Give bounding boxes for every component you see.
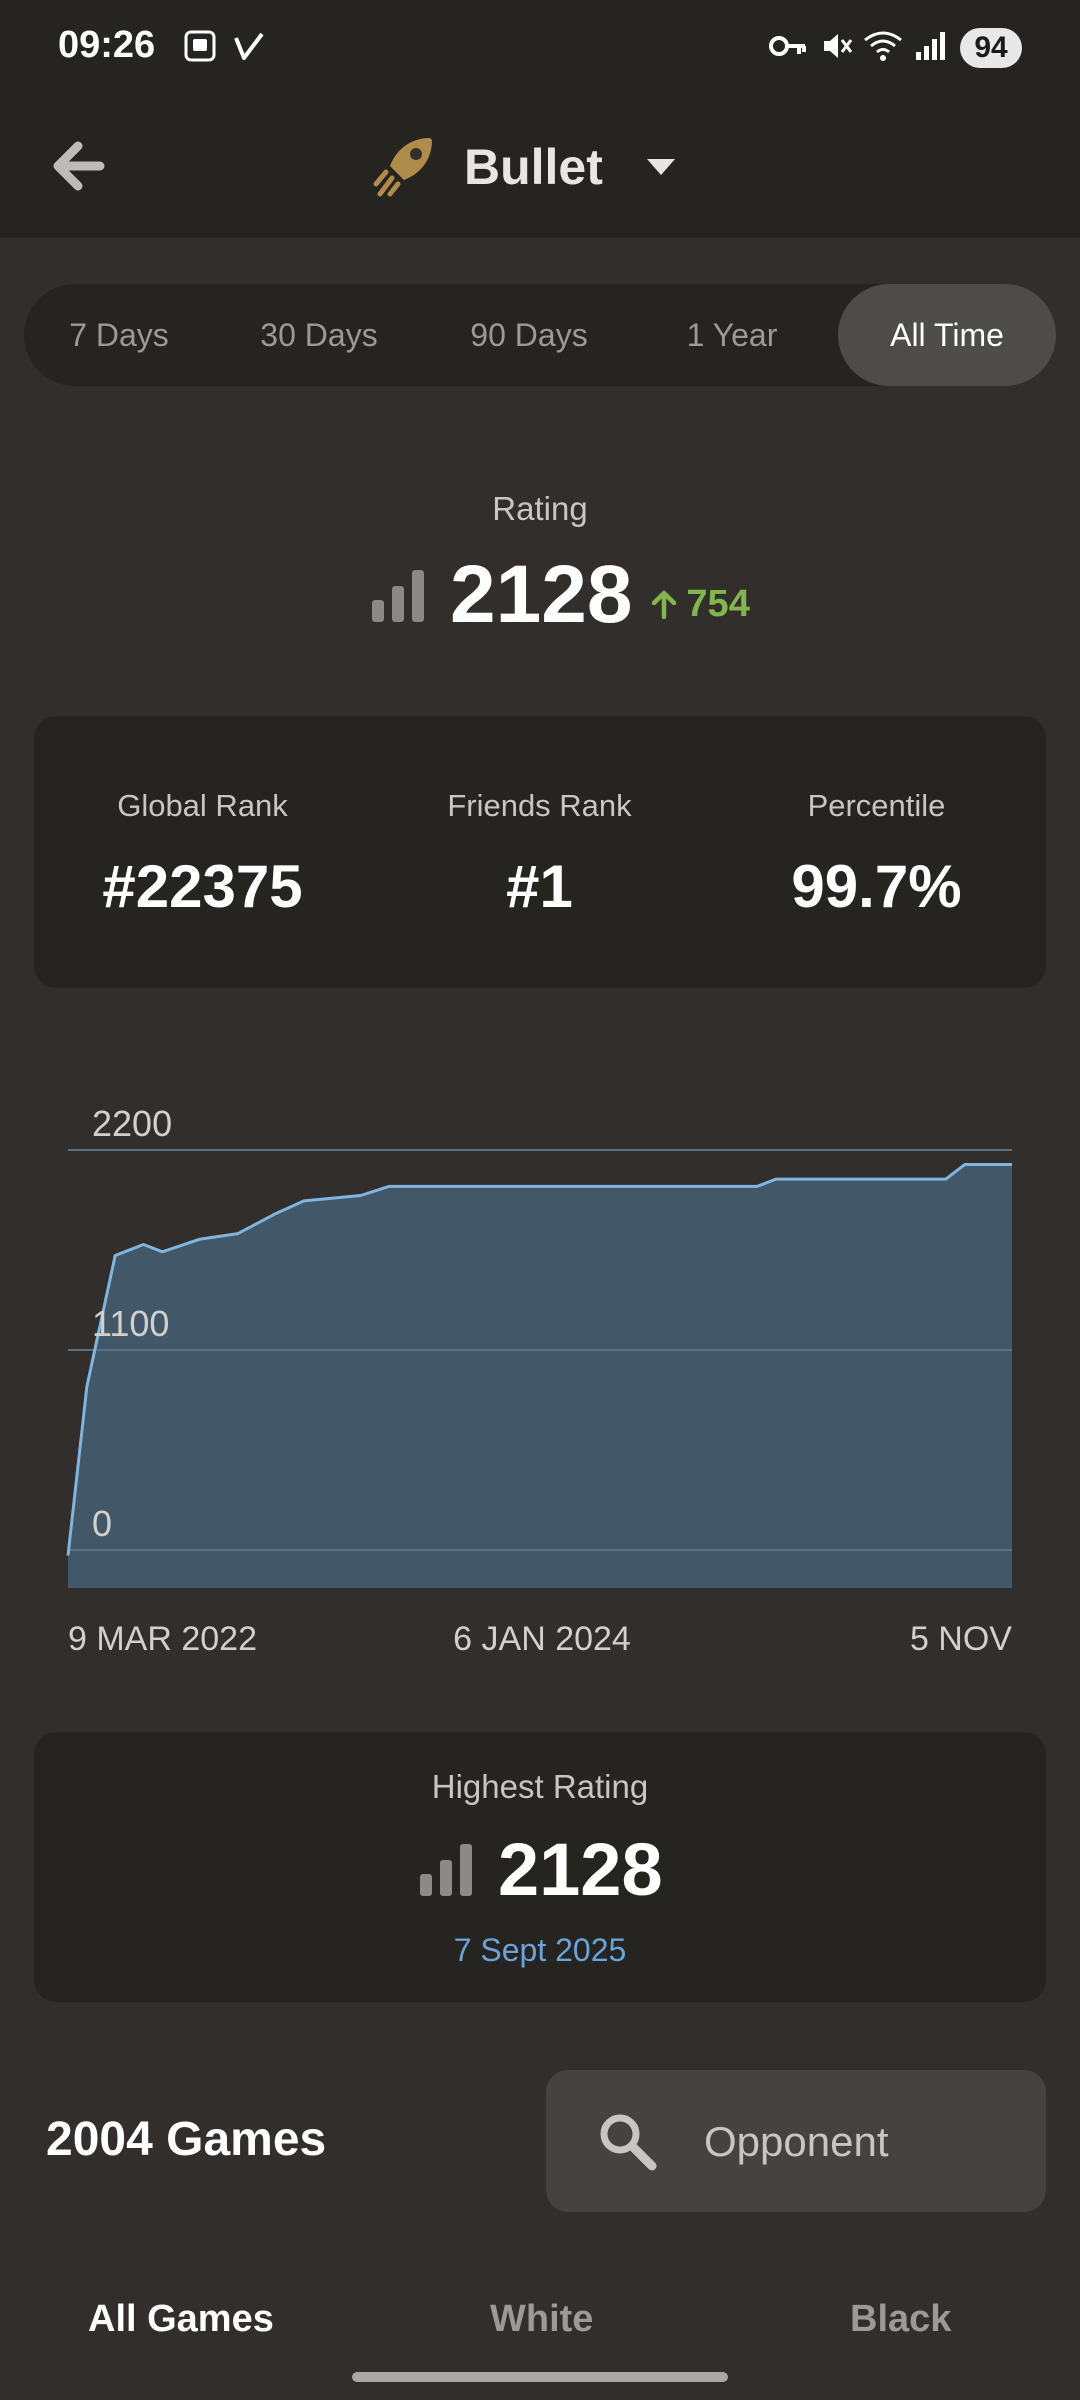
stat-label: Percentile — [807, 788, 946, 823]
rating-delta-value: 754 — [686, 582, 750, 625]
signal-icon — [916, 32, 945, 60]
wifi-icon — [864, 31, 902, 61]
stat-value: #22375 — [102, 853, 303, 920]
stat-value: 99.7% — [791, 853, 962, 920]
rank-stats-card: Global Rank #22375 Friends Rank #1 Perce… — [34, 716, 1046, 988]
home-indicator[interactable] — [352, 2372, 728, 2382]
tab-all-time[interactable]: All Time — [838, 284, 1056, 386]
highest-rating-date[interactable]: 7 Sept 2025 — [34, 1932, 1046, 1969]
x-tick-label: 5 NOV — [910, 1620, 1012, 1658]
rating-bars-icon — [420, 1844, 472, 1896]
bullet-icon — [373, 138, 432, 197]
rating-summary: 2128 754 — [370, 549, 750, 640]
app-header: Bullet — [0, 96, 1080, 238]
screen: 09:26 94 Bullet 7 Days 30 Days 90 Days 1… — [0, 0, 1080, 2400]
opponent-search-label: Opponent — [704, 2118, 889, 2165]
rating-history-chart[interactable]: 0 1100 2200 9 MAR 2022 6 JAN 2024 5 NOV — [0, 1080, 1080, 1680]
stat-label: Friends Rank — [447, 788, 632, 823]
mute-icon — [824, 34, 853, 58]
search-icon — [600, 2114, 657, 2171]
tab-black[interactable]: Black — [850, 2298, 951, 2341]
rating-bars-icon — [372, 570, 424, 622]
battery-indicator: 94 — [960, 28, 1022, 68]
tab-90-days[interactable]: 90 Days — [424, 284, 634, 386]
arrow-up-icon — [652, 590, 677, 619]
period-tabs: 7 Days 30 Days 90 Days 1 Year All Time — [24, 284, 1056, 386]
y-tick-label: 1100 — [92, 1303, 169, 1344]
y-tick-label: 2200 — [92, 1103, 172, 1144]
games-count: 2004 Games — [46, 2113, 327, 2166]
y-tick-label: 0 — [92, 1503, 112, 1544]
tab-1-year[interactable]: 1 Year — [634, 284, 830, 386]
highest-rating-card: Highest Rating 2128 7 Sept 2025 — [34, 1732, 1046, 2002]
stat-value: #1 — [506, 853, 573, 920]
status-bar: 09:26 94 — [0, 0, 1080, 96]
x-tick-label: 6 JAN 2024 — [453, 1620, 631, 1658]
rating-change: 754 — [650, 582, 750, 626]
game-mode-selector[interactable]: Bullet — [370, 126, 679, 208]
x-tick-label: 9 MAR 2022 — [68, 1620, 257, 1658]
key-icon — [769, 36, 806, 56]
stat-label: Global Rank — [117, 788, 288, 823]
tab-30-days[interactable]: 30 Days — [214, 284, 424, 386]
status-time: 09:26 — [58, 24, 156, 66]
check-icon — [234, 32, 264, 60]
page-title: Bullet — [464, 139, 603, 195]
rating-value: 2128 — [450, 549, 633, 640]
rating-area — [68, 1164, 1012, 1588]
tab-7-days[interactable]: 7 Days — [24, 284, 214, 386]
opponent-search-button[interactable]: Opponent — [546, 2070, 1046, 2212]
screenshot-icon — [184, 30, 216, 62]
highest-rating-label: Highest Rating — [431, 1768, 649, 1805]
chevron-down-icon — [646, 159, 675, 175]
arrow-left-icon[interactable] — [40, 126, 120, 206]
rating-chart-svg: 0 1100 2200 9 MAR 2022 6 JAN 2024 5 NOV — [66, 1103, 1012, 1658]
tab-white[interactable]: White — [490, 2298, 593, 2341]
highest-rating-row: 2128 — [418, 1824, 663, 1914]
rating-label: Rating — [492, 490, 588, 527]
highest-rating-value: 2128 — [498, 1827, 663, 1911]
tab-all-games[interactable]: All Games — [88, 2298, 274, 2341]
